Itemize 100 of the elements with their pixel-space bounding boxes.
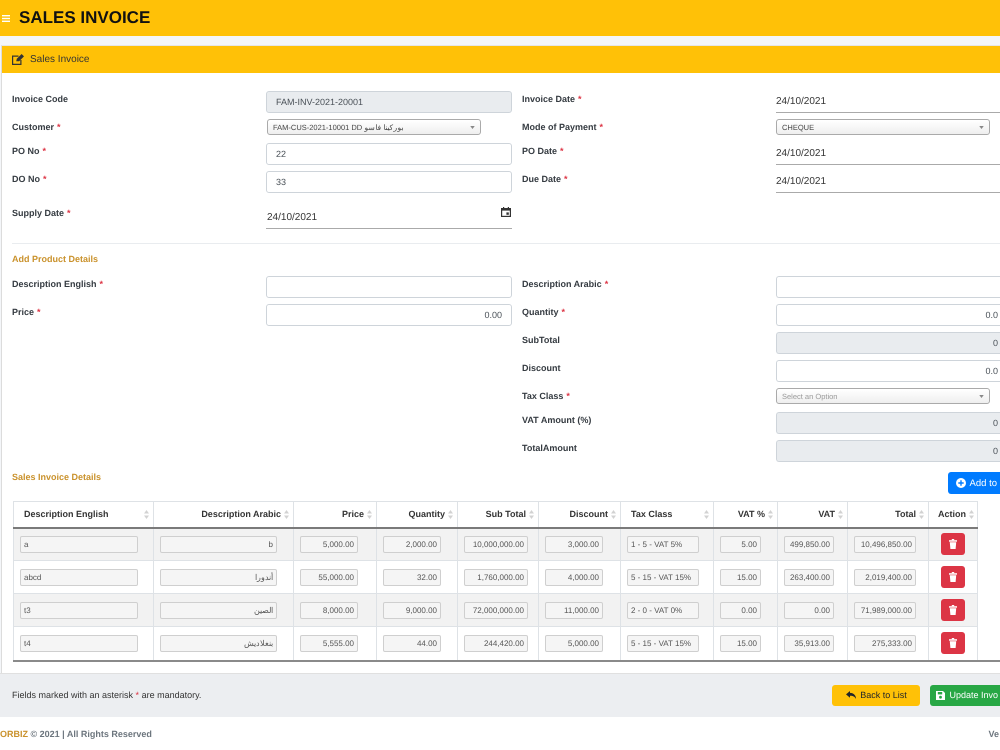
cell-field: 32.00 (383, 568, 441, 586)
cell-field: 499,850.00 (784, 536, 834, 553)
cell-field: 11,000.00 (545, 602, 603, 618)
cell-field: abcd (20, 568, 138, 586)
cell-field: 35,913.00 (784, 634, 834, 652)
copyright-text: ORBIZ © 2021 | All Rights Reserved (0, 728, 152, 738)
readonly-field: 0 (776, 412, 1000, 434)
cell-field: بنغلاديش (160, 634, 277, 652)
text-input[interactable] (776, 276, 1000, 298)
field-label: Invoice Code (12, 93, 70, 105)
date-input[interactable]: 24/10/2021 (776, 171, 1000, 193)
number-input[interactable]: 0.00 (266, 304, 512, 326)
delete-button[interactable] (941, 566, 965, 588)
field-label: Discount (522, 362, 562, 374)
add-button[interactable]: Add to (948, 472, 1000, 494)
cell-field: الصين (160, 602, 277, 618)
field-label: TotalAmount (522, 442, 578, 454)
field-label: Due Date * (522, 173, 569, 185)
text-input[interactable] (266, 276, 512, 298)
cell-field: 275,333.00 (854, 634, 916, 652)
cell-field: 2,000.00 (383, 536, 441, 553)
cell-field: 1 - 5 - VAT 5% (627, 536, 699, 553)
back-button[interactable]: Back to List (832, 684, 920, 706)
page-title: SALES INVOICE (19, 8, 150, 28)
cell-field: 0.00 (720, 602, 761, 618)
cell-field: 10,496,850.00 (854, 536, 916, 553)
cell-field: 5 - 15 - VAT 15% (627, 634, 699, 652)
caret-icon (470, 126, 475, 128)
sort-icon (529, 510, 534, 519)
sort-icon (704, 510, 709, 519)
sort-icon (284, 510, 289, 519)
field-label: Customer * (12, 121, 62, 133)
cell-field: 5.00 (720, 536, 761, 553)
calendar-icon[interactable] (501, 207, 511, 217)
cell-field: 15.00 (720, 568, 761, 586)
cell-field: 244,420.00 (464, 634, 528, 652)
delete-button[interactable] (941, 533, 965, 556)
caret-icon (979, 394, 984, 398)
field-label: Tax Class * (522, 390, 571, 402)
cell-field: 3,000.00 (545, 536, 603, 553)
cell-field: 72,000,000.00 (464, 602, 528, 618)
cell-field: 15.00 (720, 634, 761, 652)
cell-field: 2 - 0 - VAT 0% (627, 602, 699, 618)
sort-icon (367, 510, 372, 519)
reply-arrow-icon (846, 691, 856, 699)
number-input[interactable]: 0.0 (776, 360, 1000, 382)
plus-circle-icon (956, 478, 966, 488)
cell-field: 9,000.00 (383, 602, 441, 618)
field-label: Description Arabic * (522, 278, 610, 290)
cell-field: 55,000.00 (300, 568, 358, 586)
field-label: Price * (12, 306, 42, 318)
sort-icon (611, 510, 616, 519)
readonly-field: 0 (776, 440, 1000, 462)
text-input[interactable]: 22 (266, 143, 512, 165)
cell-field: 0.00 (784, 602, 834, 618)
readonly-field: 0 (776, 332, 1000, 354)
field-label: VAT Amount (%) (522, 414, 592, 426)
mandatory-note: Fields marked with an asterisk * are mandatory. (12, 690, 202, 700)
save-icon (936, 690, 946, 700)
section-heading: Add Product Details (12, 254, 100, 265)
cell-field: 2,019,400.00 (854, 568, 916, 586)
cell-field: 8,000.00 (300, 602, 358, 618)
trash-icon (949, 539, 957, 550)
cell-field: 10,000,000.00 (464, 536, 528, 553)
cell-field: t4 (20, 634, 138, 652)
sort-icon (448, 510, 453, 519)
text-input[interactable]: 33 (266, 171, 512, 193)
cell-field: 71,989,000.00 (854, 602, 916, 618)
field-label: DO No * (12, 173, 48, 185)
field-label: PO Date * (522, 145, 565, 157)
card-title: Sales Invoice (30, 54, 90, 65)
delete-button[interactable] (941, 632, 965, 654)
field-label: SubTotal (522, 334, 561, 346)
number-input[interactable]: 0.0 (776, 304, 1000, 326)
version-text: Ve (988, 728, 1000, 738)
date-input[interactable]: 24/10/2021 (776, 91, 1000, 113)
date-input[interactable]: 24/10/2021 (776, 143, 1000, 165)
caret-icon (979, 126, 984, 128)
cell-field: 5,000.00 (300, 536, 358, 553)
cell-field: 4,000.00 (545, 568, 603, 586)
cell-field: a (20, 536, 138, 553)
field-label: Supply Date * (12, 207, 72, 219)
cell-field: 5,555.00 (300, 634, 358, 652)
cell-field: أندورا (160, 568, 277, 586)
cell-field: 1,760,000.00 (464, 568, 528, 586)
delete-button[interactable] (941, 599, 965, 621)
cell-field: t3 (20, 602, 138, 618)
edit-icon (12, 54, 24, 65)
sort-icon (768, 510, 773, 519)
sort-icon (838, 510, 843, 519)
cell-field: b (160, 536, 277, 553)
field-label: Mode of Payment * (522, 121, 604, 133)
sort-icon (144, 510, 149, 519)
field-label: Quantity * (522, 306, 566, 318)
sort-icon (919, 510, 924, 519)
trash-icon (949, 605, 957, 615)
trash-icon (949, 572, 957, 582)
date-input[interactable]: 24/10/2021 (266, 205, 512, 229)
field-label: Description English * (12, 278, 104, 290)
field-label: Invoice Date * (522, 93, 583, 105)
